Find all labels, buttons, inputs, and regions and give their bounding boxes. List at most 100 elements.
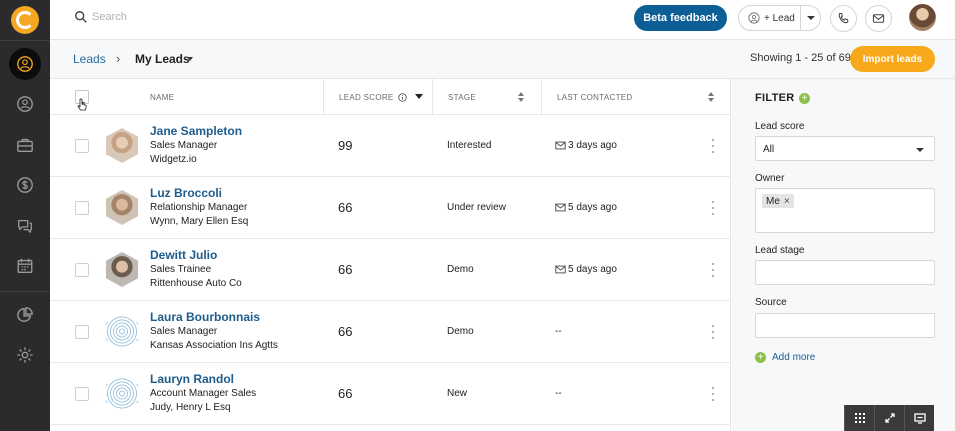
- last-contacted-text: 5 days ago: [568, 202, 617, 213]
- user-avatar[interactable]: [909, 4, 936, 31]
- lead-score: 66: [338, 200, 353, 215]
- rail-divider: [0, 40, 50, 41]
- settings-icon[interactable]: [9, 339, 41, 371]
- calendar-icon[interactable]: [9, 250, 41, 282]
- lead-stage-label: Lead stage: [755, 245, 805, 256]
- beta-feedback-button[interactable]: Beta feedback: [634, 5, 727, 31]
- last-contacted-text: 3 days ago: [568, 140, 617, 151]
- owner-chip: Me ×: [762, 194, 794, 208]
- mail-icon: [555, 265, 566, 274]
- last-contacted-text: --: [555, 326, 562, 337]
- row-more-menu[interactable]: [709, 263, 717, 277]
- column-header-lead-score[interactable]: LEAD SCORE: [323, 79, 432, 115]
- column-header-last-contacted[interactable]: LAST CONTACTED: [541, 79, 730, 115]
- close-icon[interactable]: ×: [784, 196, 790, 207]
- lead-score: 99: [338, 138, 353, 153]
- lead-title: Sales Trainee: [150, 264, 212, 275]
- lead-title: Sales Manager: [150, 140, 218, 151]
- sort-desc-icon[interactable]: [414, 94, 423, 100]
- last-contacted: --: [555, 326, 562, 337]
- lead-title: Account Manager Sales: [150, 388, 257, 399]
- lead-company: Widgetz.io: [150, 154, 197, 165]
- row-checkbox[interactable]: [75, 325, 89, 339]
- cursor-icon: [77, 98, 87, 111]
- mail-icon: [555, 141, 566, 150]
- chevron-down-icon: [806, 16, 815, 20]
- view-selector[interactable]: My Leads: [135, 52, 190, 66]
- owner-field[interactable]: Me ×: [755, 188, 935, 233]
- dollar-icon[interactable]: [9, 169, 41, 201]
- screen-button[interactable]: [904, 405, 934, 431]
- apps-grid-button[interactable]: [844, 405, 874, 431]
- row-more-menu[interactable]: [709, 387, 717, 401]
- mail-button[interactable]: [865, 5, 892, 32]
- row-checkbox[interactable]: [75, 263, 89, 277]
- expand-icon: [884, 413, 895, 423]
- apps-grid-icon: [854, 413, 865, 423]
- phone-icon: [838, 12, 849, 24]
- add-lead-dropdown-toggle[interactable]: [801, 15, 820, 21]
- rail-divider: [0, 291, 50, 292]
- add-lead-button[interactable]: + Lead: [739, 6, 801, 30]
- lead-name-link[interactable]: Laura Bourbonnais: [150, 310, 260, 324]
- chat-icon[interactable]: [9, 210, 41, 242]
- table-row[interactable]: Jane Sampleton Sales Manager Widgetz.io …: [50, 115, 730, 177]
- last-contacted: 5 days ago: [555, 264, 617, 275]
- table-row[interactable]: Laura Bourbonnais Sales Manager Kansas A…: [50, 301, 730, 363]
- lead-stage: Under review: [447, 202, 506, 213]
- phone-button[interactable]: [830, 5, 857, 32]
- deals-icon[interactable]: [9, 129, 41, 161]
- column-header-stage-label: STAGE: [448, 92, 477, 102]
- leads-icon[interactable]: [9, 48, 41, 80]
- add-more-icon[interactable]: +: [755, 352, 766, 363]
- table-row[interactable]: Dewitt Julio Sales Trainee Rittenhouse A…: [50, 239, 730, 301]
- row-checkbox[interactable]: [75, 201, 89, 215]
- row-more-menu[interactable]: [709, 325, 717, 339]
- column-header-name-label: NAME: [150, 92, 175, 102]
- info-icon[interactable]: [397, 92, 407, 102]
- reports-icon[interactable]: [9, 299, 41, 331]
- column-header-stage[interactable]: STAGE: [432, 79, 541, 115]
- pagination-summary: Showing 1 - 25 of 69: [750, 52, 851, 64]
- add-more-link[interactable]: Add more: [772, 352, 815, 363]
- row-checkbox[interactable]: [75, 387, 89, 401]
- screen-icon: [913, 413, 926, 424]
- last-contacted: 3 days ago: [555, 140, 617, 151]
- import-leads-button[interactable]: Import leads: [850, 46, 935, 72]
- lead-stage-field[interactable]: [755, 260, 935, 285]
- lead-stage: Demo: [447, 264, 474, 275]
- row-more-menu[interactable]: [709, 201, 717, 215]
- lead-avatar-placeholder: [106, 376, 138, 411]
- row-more-menu[interactable]: [709, 139, 717, 153]
- lead-company: Wynn, Mary Ellen Esq: [150, 216, 249, 227]
- owner-label: Owner: [755, 173, 785, 184]
- lead-company: Kansas Association Ins Agtts: [150, 340, 278, 351]
- lead-avatar: [106, 190, 138, 225]
- table-row[interactable]: Lauryn Randol Account Manager Sales Judy…: [50, 363, 730, 425]
- lead-name-link[interactable]: Dewitt Julio: [150, 248, 217, 262]
- lead-name-link[interactable]: Luz Broccoli: [150, 186, 222, 200]
- chevron-down-icon: [916, 148, 924, 152]
- sort-icon[interactable]: [518, 92, 524, 102]
- sort-icon[interactable]: [708, 92, 714, 102]
- table-header: NAME LEAD SCORE STAGE LAST CONTACTED: [50, 79, 730, 115]
- lead-score-select[interactable]: All: [755, 136, 935, 161]
- add-filter-icon[interactable]: +: [799, 93, 810, 104]
- column-header-name[interactable]: NAME: [150, 79, 174, 115]
- leads-table: NAME LEAD SCORE STAGE LAST CONTACTED Jan…: [50, 79, 731, 431]
- contacts-icon[interactable]: [9, 88, 41, 120]
- lead-name-link[interactable]: Lauryn Randol: [150, 372, 234, 386]
- row-checkbox[interactable]: [75, 139, 89, 153]
- search-input[interactable]: [92, 8, 392, 26]
- lead-avatar: [106, 128, 138, 163]
- lead-name-link[interactable]: Jane Sampleton: [150, 124, 242, 138]
- owner-chip-label: Me: [766, 195, 780, 207]
- expand-button[interactable]: [874, 405, 904, 431]
- chevron-down-icon[interactable]: [187, 57, 193, 61]
- breadcrumb-leads-link[interactable]: Leads: [73, 52, 106, 66]
- logo-icon[interactable]: [11, 6, 39, 34]
- lead-stage: New: [447, 388, 468, 399]
- source-field[interactable]: [755, 313, 935, 338]
- filter-title: FILTER: [755, 92, 795, 104]
- table-row[interactable]: Luz Broccoli Relationship Manager Wynn, …: [50, 177, 730, 239]
